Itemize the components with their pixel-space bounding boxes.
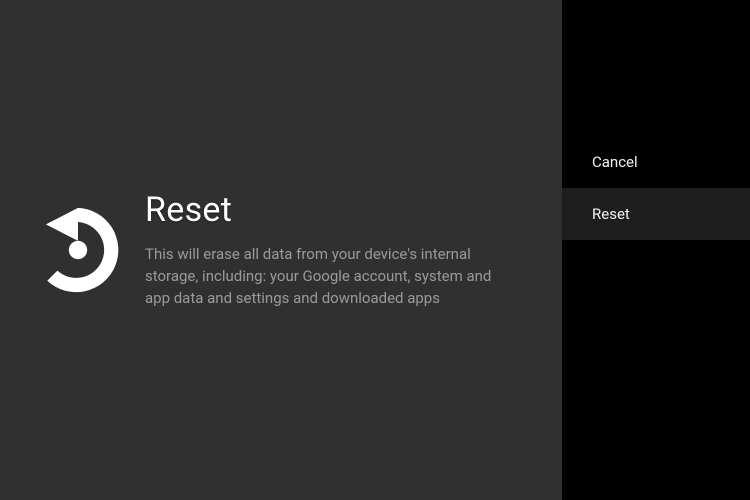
page-description: This will erase all data from your devic… bbox=[145, 244, 512, 309]
reset-icon bbox=[10, 195, 145, 305]
main-panel: Reset This will erase all data from your… bbox=[0, 0, 562, 500]
reset-button[interactable]: Reset bbox=[562, 188, 750, 240]
cancel-button[interactable]: Cancel bbox=[562, 136, 750, 188]
menu-item-label: Reset bbox=[592, 205, 630, 223]
text-block: Reset This will erase all data from your… bbox=[145, 190, 562, 309]
menu-item-label: Cancel bbox=[592, 153, 638, 171]
side-panel: Cancel Reset bbox=[562, 0, 750, 500]
page-title: Reset bbox=[145, 190, 512, 230]
